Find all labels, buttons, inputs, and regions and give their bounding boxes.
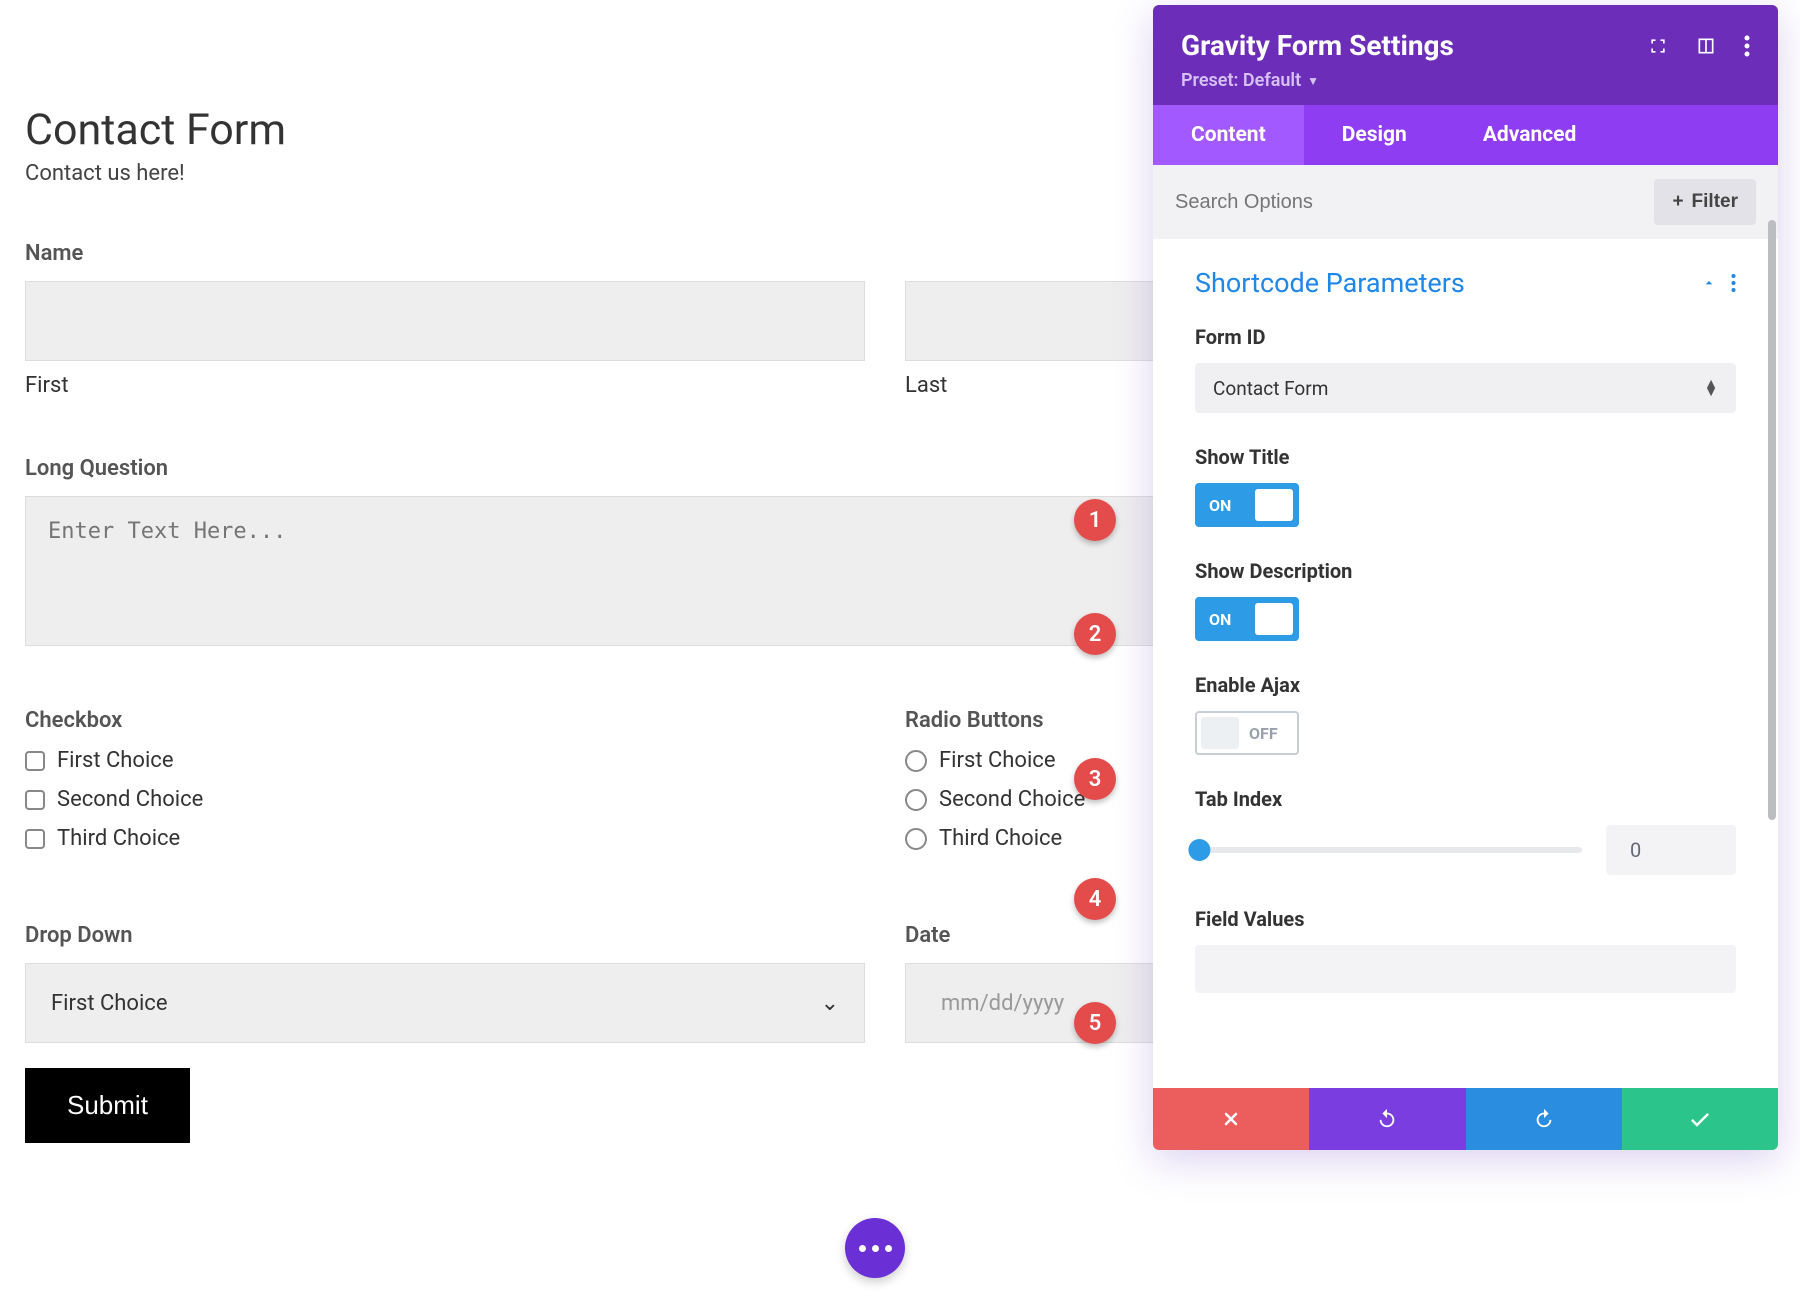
chevron-down-icon: ⌄ xyxy=(821,991,839,1016)
checkbox-icon xyxy=(25,751,45,771)
panel-footer xyxy=(1153,1088,1778,1150)
annotation-badge: 4 xyxy=(1074,878,1116,920)
kebab-icon[interactable] xyxy=(1744,35,1750,57)
annotation-badge: 2 xyxy=(1074,613,1116,655)
annotation-badge: 1 xyxy=(1074,499,1116,541)
columns-icon[interactable] xyxy=(1696,36,1716,56)
show-title-toggle[interactable]: ON xyxy=(1195,483,1299,527)
field-values-label: Field Values xyxy=(1195,907,1736,931)
tab-index-label: Tab Index xyxy=(1195,787,1736,811)
undo-button[interactable] xyxy=(1309,1088,1465,1150)
panel-scrollbar[interactable] xyxy=(1768,220,1776,820)
settings-panel: Gravity Form Settings Preset: Default ▼ … xyxy=(1153,5,1778,1150)
first-sublabel: First xyxy=(25,373,865,398)
field-values-input[interactable] xyxy=(1195,945,1736,993)
checkbox-option[interactable]: First Choice xyxy=(25,748,865,773)
enable-ajax-label: Enable Ajax xyxy=(1195,673,1736,697)
section-heading[interactable]: Shortcode Parameters xyxy=(1195,267,1736,299)
preset-selector[interactable]: Preset: Default ▼ xyxy=(1181,70,1750,91)
checkbox-option[interactable]: Second Choice xyxy=(25,787,865,812)
expand-icon[interactable] xyxy=(1648,36,1668,56)
filter-button[interactable]: + Filter xyxy=(1654,179,1756,225)
tab-index-slider[interactable] xyxy=(1195,847,1582,853)
enable-ajax-toggle[interactable]: OFF xyxy=(1195,711,1299,755)
panel-header: Gravity Form Settings Preset: Default ▼ xyxy=(1153,5,1778,105)
chevron-up-icon[interactable] xyxy=(1701,275,1717,291)
checkbox-option[interactable]: Third Choice xyxy=(25,826,865,851)
dropdown-label: Drop Down xyxy=(25,923,865,948)
dropdown-select[interactable]: First Choice ⌄ xyxy=(25,963,865,1043)
radio-icon xyxy=(905,789,927,811)
form-id-select[interactable]: Contact Form ▲▼ xyxy=(1195,363,1736,413)
kebab-icon[interactable] xyxy=(1731,273,1736,293)
tab-index-value[interactable]: 0 xyxy=(1606,825,1736,875)
slider-thumb[interactable] xyxy=(1188,839,1210,861)
show-desc-toggle[interactable]: ON xyxy=(1195,597,1299,641)
dropdown-value: First Choice xyxy=(51,991,168,1016)
search-row: + Filter xyxy=(1153,165,1778,239)
radio-icon xyxy=(905,750,927,772)
panel-tabs: Content Design Advanced xyxy=(1153,105,1778,165)
radio-icon xyxy=(905,828,927,850)
plus-icon: + xyxy=(1672,191,1683,213)
save-button[interactable] xyxy=(1622,1088,1778,1150)
first-name-input[interactable] xyxy=(25,281,865,361)
annotation-badge: 3 xyxy=(1074,758,1116,800)
tab-advanced[interactable]: Advanced xyxy=(1445,105,1615,165)
panel-title-text: Gravity Form Settings xyxy=(1181,29,1454,62)
redo-button[interactable] xyxy=(1466,1088,1622,1150)
show-desc-label: Show Description xyxy=(1195,559,1736,583)
caret-down-icon: ▼ xyxy=(1307,74,1319,88)
show-title-label: Show Title xyxy=(1195,445,1736,469)
checkbox-icon xyxy=(25,829,45,849)
panel-body: Shortcode Parameters Form ID Contact For… xyxy=(1153,239,1778,1088)
submit-button[interactable]: Submit xyxy=(25,1068,190,1143)
checkbox-label: Checkbox xyxy=(25,708,865,733)
tab-design[interactable]: Design xyxy=(1304,105,1445,165)
checkbox-icon xyxy=(25,790,45,810)
annotation-badge: 5 xyxy=(1074,1002,1116,1044)
cancel-button[interactable] xyxy=(1153,1088,1309,1150)
search-input[interactable] xyxy=(1175,191,1475,214)
module-actions-fab[interactable] xyxy=(845,1218,905,1278)
form-id-label: Form ID xyxy=(1195,325,1736,349)
tab-content[interactable]: Content xyxy=(1153,105,1304,165)
sort-icon: ▲▼ xyxy=(1704,380,1718,396)
